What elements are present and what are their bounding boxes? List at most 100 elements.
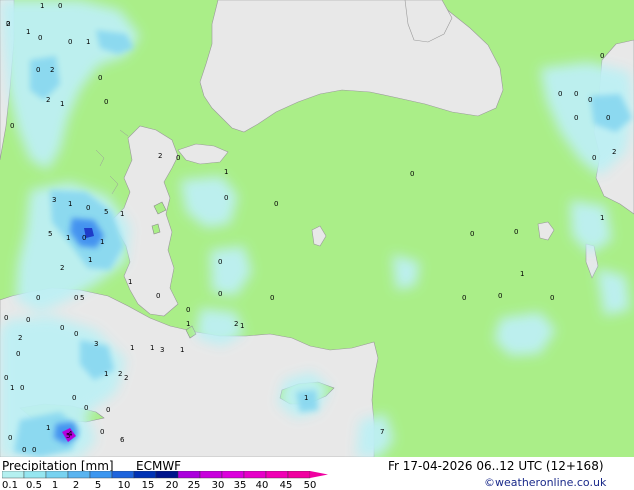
- scale-tick-label: 2: [72, 480, 80, 490]
- precip-value: 1: [86, 38, 90, 46]
- precipitation-map: 21 010 02102012 0100000 00 0000000 0 0 0 03 1 0 5 15 1…: [0, 0, 634, 457]
- precip-value: 1: [66, 234, 70, 242]
- precip-value: 1: [46, 424, 50, 432]
- precip-value: 2: [118, 370, 122, 378]
- precip-value: 0: [8, 434, 12, 442]
- precip-value: 0: [68, 38, 72, 46]
- scale-tick-label: 25: [187, 480, 201, 490]
- precip-value: 0: [156, 292, 160, 300]
- scale-swatch: [67, 471, 91, 479]
- precip-value: 0: [72, 394, 76, 402]
- precip-value: 0: [600, 52, 604, 60]
- precip-value: 0: [410, 170, 414, 178]
- precip-value: 3: [160, 346, 164, 354]
- precip-value: 0: [4, 374, 8, 382]
- precip-value: 0: [462, 294, 466, 302]
- precip-value: 5: [48, 230, 52, 238]
- scale-tick-label: 50: [303, 480, 317, 490]
- scale-tick-label: 0.5: [26, 480, 42, 490]
- precip-value: 0: [36, 294, 40, 302]
- precip-value: 2: [124, 374, 128, 382]
- precip-value: 0: [588, 96, 592, 104]
- precip-value: 6: [120, 436, 125, 444]
- scale-swatch: [287, 471, 311, 479]
- precip-value: 0: [36, 66, 40, 74]
- scale-swatch: [243, 471, 267, 479]
- precip-value: 0: [20, 384, 24, 392]
- precip-value: 0: [470, 230, 474, 238]
- precip-value: 2: [234, 320, 238, 328]
- precip-value: 1: [88, 256, 92, 264]
- precip-value: 1: [100, 238, 104, 246]
- precip-value: 1: [26, 28, 30, 36]
- precip-value: 1: [240, 322, 244, 330]
- precip-value: 1: [600, 214, 604, 222]
- precip-value: 1: [186, 320, 190, 328]
- precip-value: 0: [104, 98, 108, 106]
- scale-swatch: [155, 471, 179, 479]
- precip-value: 0: [218, 258, 222, 266]
- precip-value: 3: [52, 196, 56, 204]
- precip-value: 1: [128, 278, 132, 286]
- precip-value: 1: [180, 346, 184, 354]
- precip-value: 0: [606, 114, 610, 122]
- scale-swatch: [133, 471, 157, 479]
- precip-value: 0: [98, 74, 102, 82]
- precip-value: 2: [60, 264, 64, 272]
- precip-value: 0: [82, 234, 86, 242]
- precip-value: 0: [84, 404, 88, 412]
- scale-swatch: [111, 471, 135, 479]
- scale-swatch: [199, 471, 223, 479]
- precip-value: 2: [158, 152, 162, 160]
- precip-value: 7: [380, 428, 384, 436]
- precip-value: 0: [558, 90, 562, 98]
- precip-value: 0: [270, 294, 274, 302]
- scale-tick-label: 0.1: [2, 480, 18, 490]
- precip-value: 5: [66, 432, 70, 440]
- precip-value: 0: [22, 446, 26, 454]
- precip-value: 3: [94, 340, 98, 348]
- precip-value: 2: [46, 96, 50, 104]
- scale-swatch: [265, 471, 289, 479]
- scale-tick-label: 1: [51, 480, 59, 490]
- precip-value: 0: [176, 154, 180, 162]
- scale-swatch: [177, 471, 201, 479]
- precip-value: 1: [150, 344, 154, 352]
- precip-value: 0: [32, 446, 36, 454]
- precip-value: 0: [86, 204, 90, 212]
- precip-value: 1: [68, 200, 72, 208]
- precip-value: 0: [60, 324, 64, 332]
- precip-value: 1: [304, 394, 308, 402]
- precip-value: 0: [550, 294, 554, 302]
- scale-swatch: [89, 471, 113, 479]
- scale-tick-label: 40: [255, 480, 269, 490]
- precip-value: 0: [574, 114, 578, 122]
- precip-value: 0: [74, 330, 78, 338]
- precip-value: 0: [4, 314, 8, 322]
- precip-value: 1: [60, 100, 64, 108]
- precip-value: 2: [50, 66, 54, 74]
- scale-tick-label: 20: [165, 480, 179, 490]
- precip-value: 5: [80, 294, 84, 302]
- scale-tick-label: 5: [94, 480, 102, 490]
- precip-value: 1: [104, 370, 108, 378]
- precip-value: 0: [38, 34, 42, 42]
- precip-value: 5: [104, 208, 108, 216]
- precip-value: 1: [130, 344, 134, 352]
- precip-value: 0: [16, 350, 20, 358]
- scale-tick-label: 35: [233, 480, 247, 490]
- scale-swatch: [45, 471, 69, 479]
- precip-value: 0: [274, 200, 278, 208]
- precip-value: 1: [120, 210, 124, 218]
- precip-value: 1: [224, 168, 228, 176]
- precip-value: 0: [218, 290, 222, 298]
- precip-value: 0: [574, 90, 578, 98]
- precip-value: 0: [106, 406, 110, 414]
- scale-arrow: [310, 471, 328, 478]
- precip-value: 0: [26, 316, 30, 324]
- precip-value: 0: [224, 194, 228, 202]
- precip-value: 1: [40, 2, 44, 10]
- scale-tick-label: 45: [279, 480, 293, 490]
- precip-value: 0: [592, 154, 596, 162]
- precip-value: 0: [498, 292, 502, 300]
